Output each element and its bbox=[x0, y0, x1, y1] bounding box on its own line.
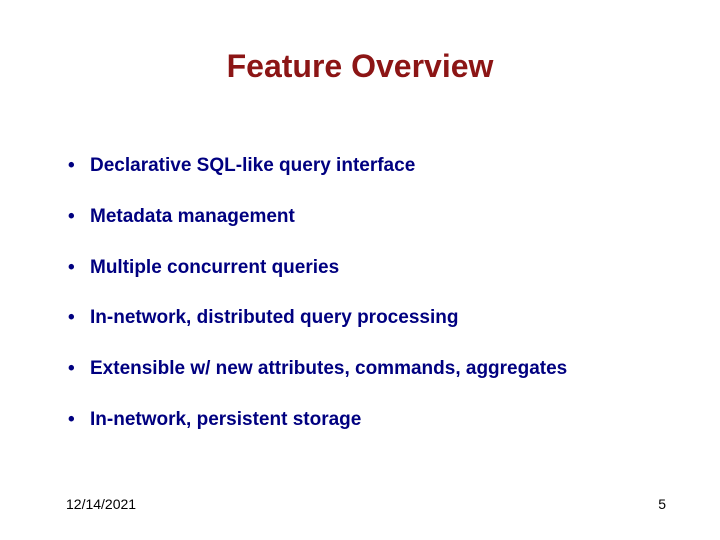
list-item: Metadata management bbox=[66, 206, 660, 229]
footer-page-number: 5 bbox=[658, 496, 666, 512]
bullet-list: Declarative SQL-like query interface Met… bbox=[66, 155, 660, 460]
list-item: Multiple concurrent queries bbox=[66, 257, 660, 280]
slide: Feature Overview Declarative SQL-like qu… bbox=[0, 0, 720, 540]
slide-title: Feature Overview bbox=[0, 48, 720, 85]
list-item: In-network, distributed query processing bbox=[66, 307, 660, 330]
footer-date: 12/14/2021 bbox=[66, 496, 136, 512]
list-item: In-network, persistent storage bbox=[66, 409, 660, 432]
list-item: Declarative SQL-like query interface bbox=[66, 155, 660, 178]
list-item: Extensible w/ new attributes, commands, … bbox=[66, 358, 660, 381]
